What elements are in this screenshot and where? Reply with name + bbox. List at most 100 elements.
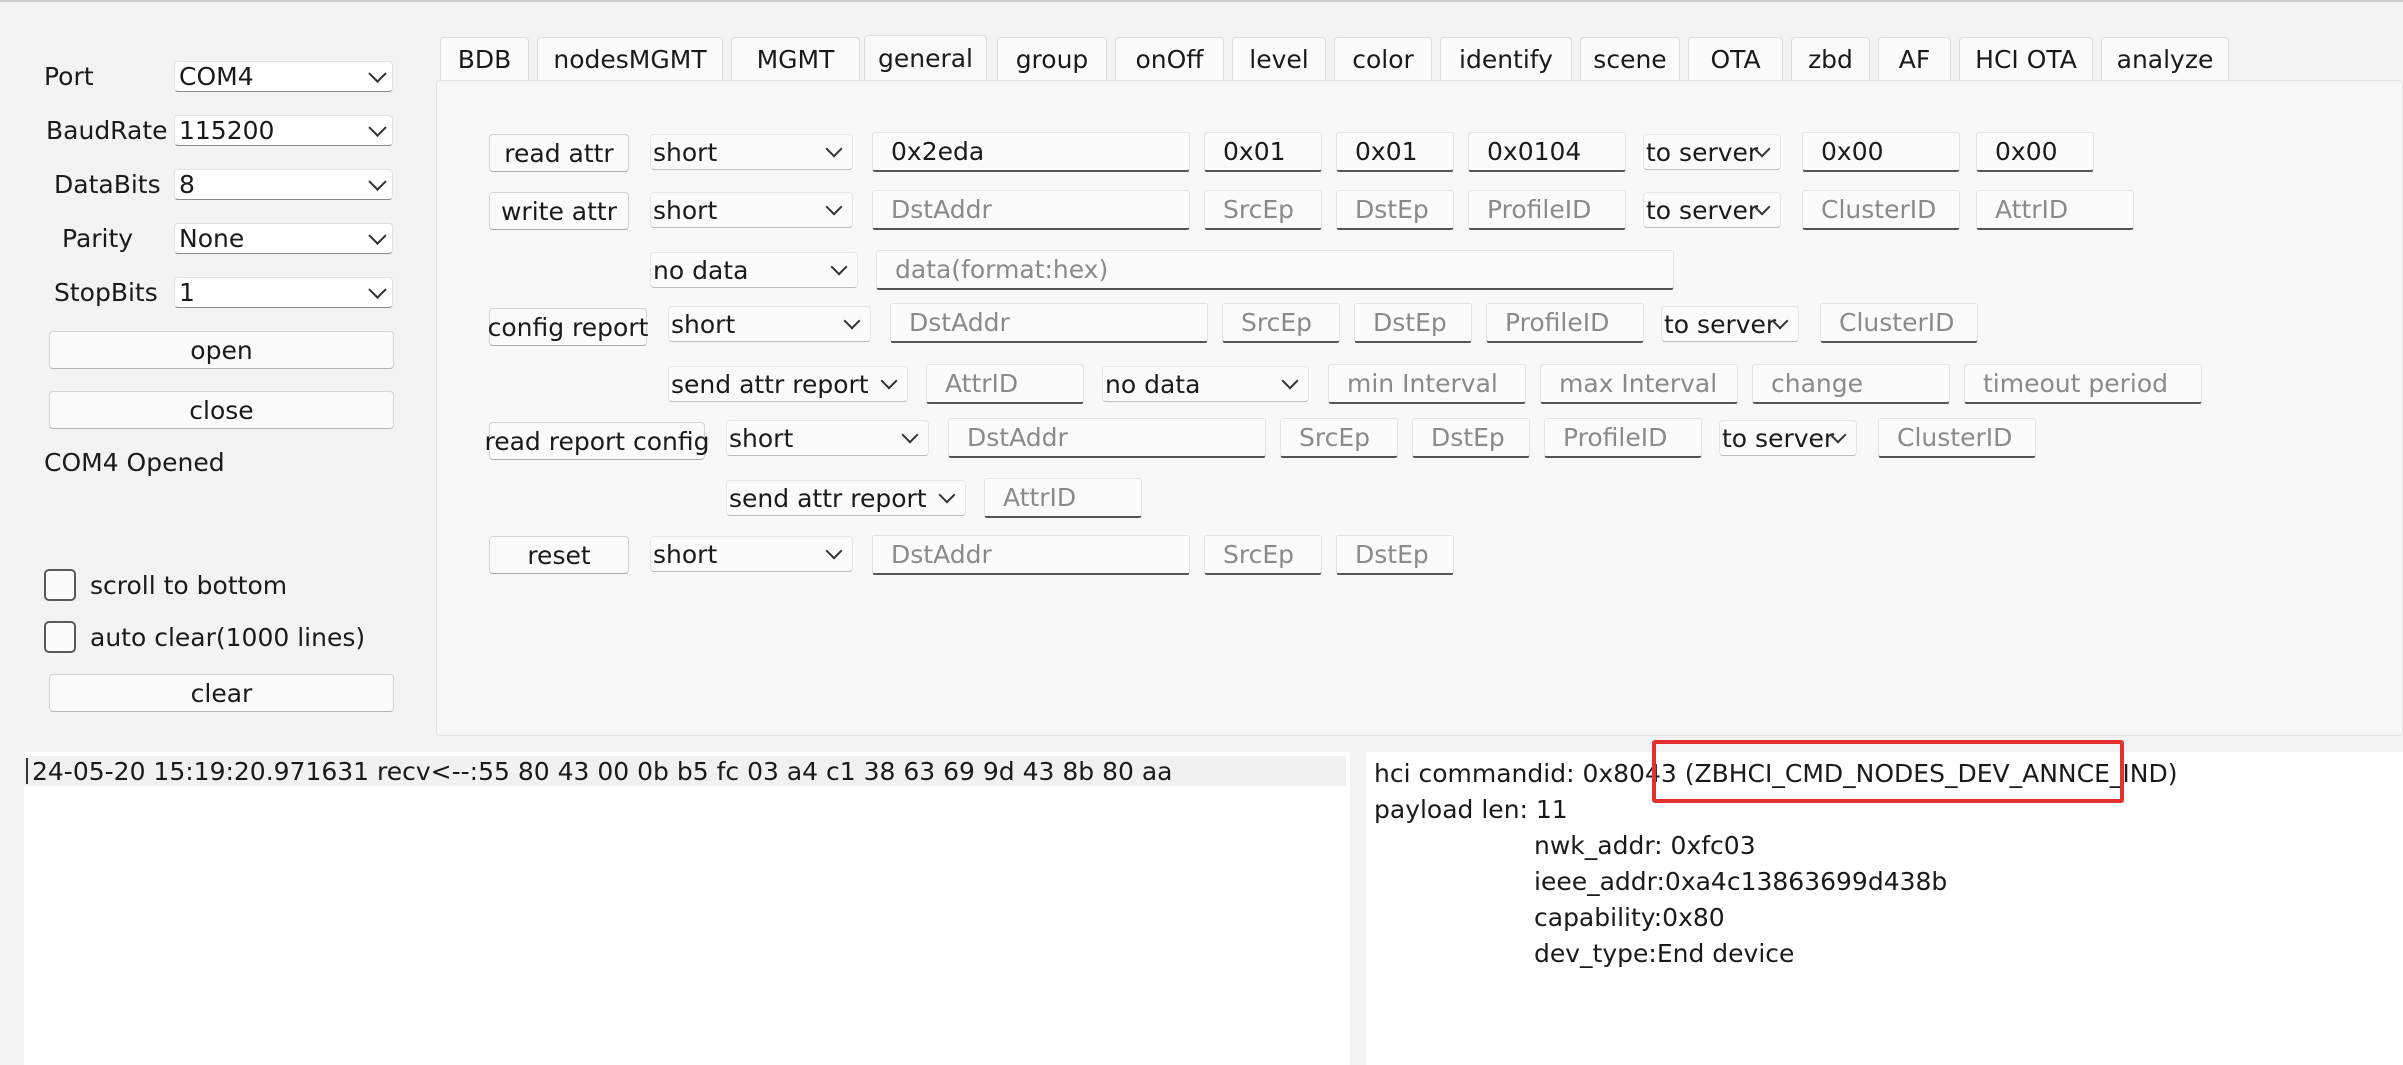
tab-color[interactable]: color: [1334, 37, 1432, 80]
read-report-config-addr-mode-select[interactable]: short: [726, 420, 929, 456]
baudrate-select[interactable]: 115200: [174, 115, 393, 146]
read-attr-src-ep-input[interactable]: 0x01: [1204, 132, 1322, 172]
tab-onoff[interactable]: onOff: [1115, 37, 1224, 80]
write-attr-cluster-id-input[interactable]: ClusterID: [1802, 190, 1960, 230]
write-attr-dst-addr-input[interactable]: DstAddr: [872, 190, 1190, 230]
read-attr-addr-mode-select[interactable]: short: [650, 134, 853, 170]
config-report-direction-select[interactable]: to server: [1661, 306, 1799, 342]
chevron-down-icon: [880, 372, 898, 390]
write-attr-direction-select[interactable]: to server: [1643, 192, 1781, 228]
direction-value: to server: [1646, 137, 1759, 167]
decode-field-nwk-addr: nwk_addr: 0xfc03: [1534, 831, 1756, 860]
write-attr-addr-mode-select[interactable]: short: [650, 192, 853, 228]
port-value: COM4: [179, 62, 254, 91]
port-status-text: COM4 Opened: [44, 448, 225, 477]
config-report-dst-addr-input[interactable]: DstAddr: [890, 303, 1208, 343]
config-report-addr-mode-select[interactable]: short: [668, 306, 871, 342]
tab-identify[interactable]: identify: [1440, 37, 1572, 80]
write-attr-attr-id-input[interactable]: AttrID: [1976, 190, 2134, 230]
config-report-report-type-select[interactable]: send attr report: [668, 366, 908, 402]
tab-ota[interactable]: OTA: [1688, 37, 1783, 80]
decode-payload-len: payload len: 11: [1374, 795, 1568, 824]
tab-bdb[interactable]: BDB: [440, 37, 529, 80]
config-report-dst-ep-input[interactable]: DstEp: [1354, 303, 1472, 343]
write-attr-profile-id-input[interactable]: ProfileID: [1468, 190, 1626, 230]
reset-src-ep-input[interactable]: SrcEp: [1204, 535, 1322, 575]
chevron-down-icon: [901, 426, 919, 444]
config-report-timeout-input[interactable]: timeout period: [1964, 364, 2202, 404]
chevron-down-icon: [830, 258, 848, 276]
databits-select[interactable]: 8: [174, 169, 393, 200]
tab-af[interactable]: AF: [1878, 37, 1951, 80]
reset-addr-mode-select[interactable]: short: [650, 536, 853, 572]
chevron-down-icon: [368, 64, 387, 83]
read-attr-cluster-id-input[interactable]: 0x00: [1802, 132, 1960, 172]
read-attr-profile-id-input[interactable]: 0x0104: [1468, 132, 1626, 172]
parity-select[interactable]: None: [174, 223, 393, 254]
read-attr-direction-select[interactable]: to server: [1643, 134, 1781, 170]
config-report-src-ep-input[interactable]: SrcEp: [1222, 303, 1340, 343]
clear-button[interactable]: clear: [49, 674, 394, 712]
auto-clear-checkbox[interactable]: auto clear(1000 lines): [44, 621, 366, 653]
write-attr-data-type-select[interactable]: no data: [650, 252, 858, 288]
tab-scene[interactable]: scene: [1580, 37, 1680, 80]
config-report-profile-id-input[interactable]: ProfileID: [1486, 303, 1644, 343]
decode-field-capability: capability:0x80: [1534, 903, 1725, 932]
scroll-to-bottom-checkbox[interactable]: scroll to bottom: [44, 569, 287, 601]
reset-dst-addr-input[interactable]: DstAddr: [872, 535, 1190, 575]
open-button[interactable]: open: [49, 331, 394, 369]
direction-value: to server: [1722, 423, 1835, 453]
raw-log-pane[interactable]: [24, 752, 1350, 1065]
write-attr-button[interactable]: write attr: [489, 192, 629, 230]
tab-nodesmgmt[interactable]: nodesMGMT: [537, 37, 723, 80]
read-report-config-profile-id-input[interactable]: ProfileID: [1544, 418, 1702, 458]
checkbox-box: [44, 621, 76, 653]
chevron-down-icon: [1281, 372, 1299, 390]
window-top-border: [0, 0, 2403, 2]
write-attr-dst-ep-input[interactable]: DstEp: [1336, 190, 1454, 230]
text-cursor: [26, 758, 28, 784]
chevron-down-icon: [825, 198, 843, 216]
config-report-cluster-id-input[interactable]: ClusterID: [1820, 303, 1978, 343]
decode-cmd-prefix: hci commandid: 0x8043 (: [1374, 759, 1695, 788]
tab-hci-ota[interactable]: HCI OTA: [1959, 37, 2093, 80]
read-report-config-dst-ep-input[interactable]: DstEp: [1412, 418, 1530, 458]
tab-general[interactable]: general: [864, 35, 987, 81]
port-select[interactable]: COM4: [174, 61, 393, 92]
parity-label: Parity: [62, 224, 134, 253]
read-attr-attr-id-input[interactable]: 0x00: [1976, 132, 2094, 172]
write-attr-src-ep-input[interactable]: SrcEp: [1204, 190, 1322, 230]
tab-level[interactable]: level: [1232, 37, 1326, 80]
read-attr-dst-ep-input[interactable]: 0x01: [1336, 132, 1454, 172]
config-report-button[interactable]: config report: [488, 308, 648, 346]
read-report-config-button[interactable]: read report config: [484, 422, 710, 460]
auto-clear-label: auto clear(1000 lines): [90, 622, 366, 652]
read-report-config-cluster-id-input[interactable]: ClusterID: [1878, 418, 2036, 458]
tab-analyze[interactable]: analyze: [2101, 37, 2229, 80]
read-report-config-attr-id-input[interactable]: AttrID: [984, 478, 1142, 518]
write-attr-data-input[interactable]: data(format:hex): [876, 250, 1674, 290]
read-attr-dst-addr-input[interactable]: 0x2eda: [872, 132, 1190, 172]
chevron-down-icon: [368, 118, 387, 137]
config-report-max-interval-input[interactable]: max Interval: [1540, 364, 1738, 404]
reset-dst-ep-input[interactable]: DstEp: [1336, 535, 1454, 575]
config-report-attr-id-input[interactable]: AttrID: [926, 364, 1084, 404]
config-report-data-type-select[interactable]: no data: [1102, 366, 1309, 402]
read-report-config-src-ep-input[interactable]: SrcEp: [1280, 418, 1398, 458]
tab-zbd[interactable]: zbd: [1791, 37, 1870, 80]
read-attr-button[interactable]: read attr: [489, 134, 629, 172]
config-report-change-input[interactable]: change: [1752, 364, 1950, 404]
baudrate-value: 115200: [179, 116, 275, 145]
reset-button[interactable]: reset: [489, 536, 629, 574]
stopbits-select[interactable]: 1: [174, 277, 393, 308]
read-report-config-direction-select[interactable]: to server: [1719, 420, 1857, 456]
read-report-config-dst-addr-input[interactable]: DstAddr: [948, 418, 1266, 458]
config-report-min-interval-input[interactable]: min Interval: [1328, 364, 1526, 404]
tab-group[interactable]: group: [997, 37, 1107, 80]
log-line: 24-05-20 15:19:20.971631 recv<--:55 80 4…: [24, 756, 1346, 786]
tab-mgmt[interactable]: MGMT: [731, 37, 860, 80]
close-button[interactable]: close: [49, 391, 394, 429]
chevron-down-icon: [843, 312, 861, 330]
direction-value: to server: [1646, 195, 1759, 225]
read-report-config-report-type-select[interactable]: send attr report: [726, 480, 966, 516]
